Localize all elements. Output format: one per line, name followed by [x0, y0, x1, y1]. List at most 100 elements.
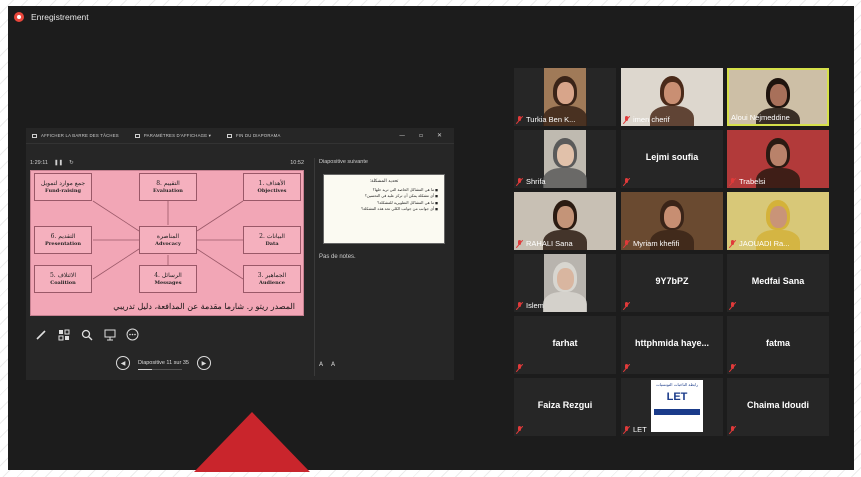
clock-time: 10:52 [290, 160, 304, 166]
participant-name-bar: Shrifa [516, 177, 546, 186]
record-dot-icon [14, 12, 24, 22]
next-slide-thumbnail[interactable]: تحديد المشكلة: ما هي المشاكل الخاصة التي… [323, 174, 445, 244]
participant-tile[interactable]: 9Y7bPZ [621, 254, 723, 312]
pen-icon[interactable] [34, 328, 47, 341]
participant-face [556, 82, 574, 104]
participant-tile[interactable]: Islem [514, 254, 616, 312]
participant-tile[interactable]: fatma [727, 316, 829, 374]
participant-name-bar [729, 302, 736, 310]
taskbar-label: AFFICHER LA BARRE DES TÂCHES [41, 133, 119, 138]
participant-name-bar [623, 364, 630, 372]
pause-icon[interactable]: ❚❚ [54, 160, 63, 166]
participant-tile[interactable]: httphmida haye... [621, 316, 723, 374]
participant-face [769, 206, 787, 228]
participant-tile[interactable]: Medfai Sana [727, 254, 829, 312]
next-slide-button[interactable]: ▶ [196, 356, 211, 370]
participant-tile[interactable]: farhat [514, 316, 616, 374]
participant-tile[interactable]: Chaima Idoudi [727, 378, 829, 436]
muted-mic-icon [729, 177, 736, 186]
participant-body [543, 168, 587, 188]
muted-mic-icon [623, 178, 630, 186]
participant-tile[interactable]: Turkia Ben K... [514, 68, 616, 126]
box-ar: 4. الرسائل [154, 272, 182, 280]
participant-tile[interactable]: Aloui Nejmeddine [727, 68, 829, 126]
next-slide-title: تحديد المشكلة: [369, 179, 399, 184]
muted-mic-icon [729, 426, 736, 434]
muted-mic-icon [729, 364, 736, 372]
participant-display-name: Lejmi soufia [645, 152, 699, 162]
box-presentation: 6. التقديم Presentation [34, 226, 92, 254]
muted-mic-icon [516, 239, 523, 248]
logo-top-text: رابطة الناخبات التونسيات [655, 382, 699, 387]
box-evaluation: 8. التقييم Evaluation [139, 173, 197, 201]
participant-name-bar [516, 364, 523, 372]
end-show-button[interactable]: FIN DU DIAPORAMA [227, 133, 281, 138]
participant-tile[interactable]: Trabelsi [727, 130, 829, 188]
participant-tile[interactable]: Faiza Rezgui [514, 378, 616, 436]
participant-name-bar: JAOUADI Ra... [729, 239, 789, 248]
logo-band [654, 409, 700, 415]
muted-mic-icon [516, 364, 523, 372]
participant-name: LET [633, 425, 647, 434]
box-en: Messages [154, 279, 182, 286]
end-show-icon [227, 133, 233, 138]
participant-display-name: Medfai Sana [751, 276, 805, 286]
participant-name-bar [623, 178, 630, 186]
box-messages: 4. الرسائل Messages [139, 265, 197, 293]
box-en: Objectives [257, 187, 287, 194]
participant-name-bar: Islem [516, 301, 544, 310]
decorative-triangle [194, 412, 310, 472]
participant-name: Islem [526, 301, 544, 310]
muted-mic-icon [623, 239, 630, 248]
participant-name: Aloui Nejmeddine [731, 113, 790, 122]
elapsed-time: 1:29:11 [30, 160, 48, 166]
box-ar: 3. الجماهير [257, 272, 287, 280]
participant-tile[interactable]: Myriam khefifi [621, 192, 723, 250]
participant-face [769, 144, 787, 166]
logo-mark: LET [666, 391, 688, 403]
screen-capture: Enregistrement AFFICHER LA BARRE DES TÂC… [8, 6, 854, 470]
participant-face [663, 82, 681, 104]
participant-body [543, 292, 587, 312]
zoom-icon[interactable] [80, 328, 93, 341]
participant-tile[interactable]: RAHALI Sana [514, 192, 616, 250]
participant-face [556, 206, 574, 228]
display-settings-button[interactable]: PARAMÈTRES D'AFFICHAGE ▾ [134, 133, 211, 139]
current-slide: جمع موارد لتمويل Fund-raising 8. التقييم… [30, 170, 304, 316]
presenter-view: AFFICHER LA BARRE DES TÂCHES PARAMÈTRES … [26, 128, 454, 380]
box-ar: المناصرة [156, 233, 180, 241]
participant-name-bar: LET [623, 425, 647, 434]
screen-icon[interactable] [103, 328, 116, 341]
participant-tile[interactable]: Shrifa [514, 130, 616, 188]
taskbar-button[interactable]: AFFICHER LA BARRE DES TÂCHES [32, 133, 119, 138]
window-controls[interactable]: — ▫ ✕ [399, 132, 448, 139]
muted-mic-icon [516, 115, 523, 124]
box-fund-raising: جمع موارد لتمويل Fund-raising [34, 173, 92, 201]
next-slide-label: Diapositive suivante [319, 159, 368, 165]
box-ar: جمع موارد لتمويل [40, 180, 86, 188]
participant-display-name: 9Y7bPZ [655, 276, 689, 286]
box-en: Coalition [50, 279, 76, 286]
participant-tile[interactable]: imen cherif [621, 68, 723, 126]
presenter-toolbar: AFFICHER LA BARRE DES TÂCHES PARAMÈTRES … [26, 128, 454, 144]
participant-display-name: farhat [552, 338, 578, 348]
muted-mic-icon [623, 425, 630, 434]
slide-progress-fill [138, 369, 152, 370]
muted-mic-icon [516, 177, 523, 186]
participant-display-name: Faiza Rezgui [537, 400, 593, 410]
muted-mic-icon [516, 426, 523, 434]
participant-video [543, 130, 587, 188]
participant-tile[interactable]: رابطة الناخبات التونسيات LET LET [621, 378, 723, 436]
next-slide-item: أي جوانب من جوانب الكلي تحد هذه المشكلة؟ [330, 206, 438, 212]
more-options-icon[interactable] [126, 328, 139, 341]
font-size-controls[interactable]: A A [319, 361, 338, 368]
box-en: Advocacy [155, 240, 181, 247]
participant-tile[interactable]: JAOUADI Ra... [727, 192, 829, 250]
participant-tile[interactable]: Lejmi soufia [621, 130, 723, 188]
box-ar: 6. التقديم [50, 233, 76, 241]
participant-display-name: httphmida haye... [634, 338, 709, 348]
participant-name: JAOUADI Ra... [739, 239, 790, 248]
reset-icon[interactable]: ↻ [69, 160, 74, 166]
previous-slide-button[interactable]: ◀ [116, 356, 130, 370]
all-slides-icon[interactable] [57, 328, 70, 341]
